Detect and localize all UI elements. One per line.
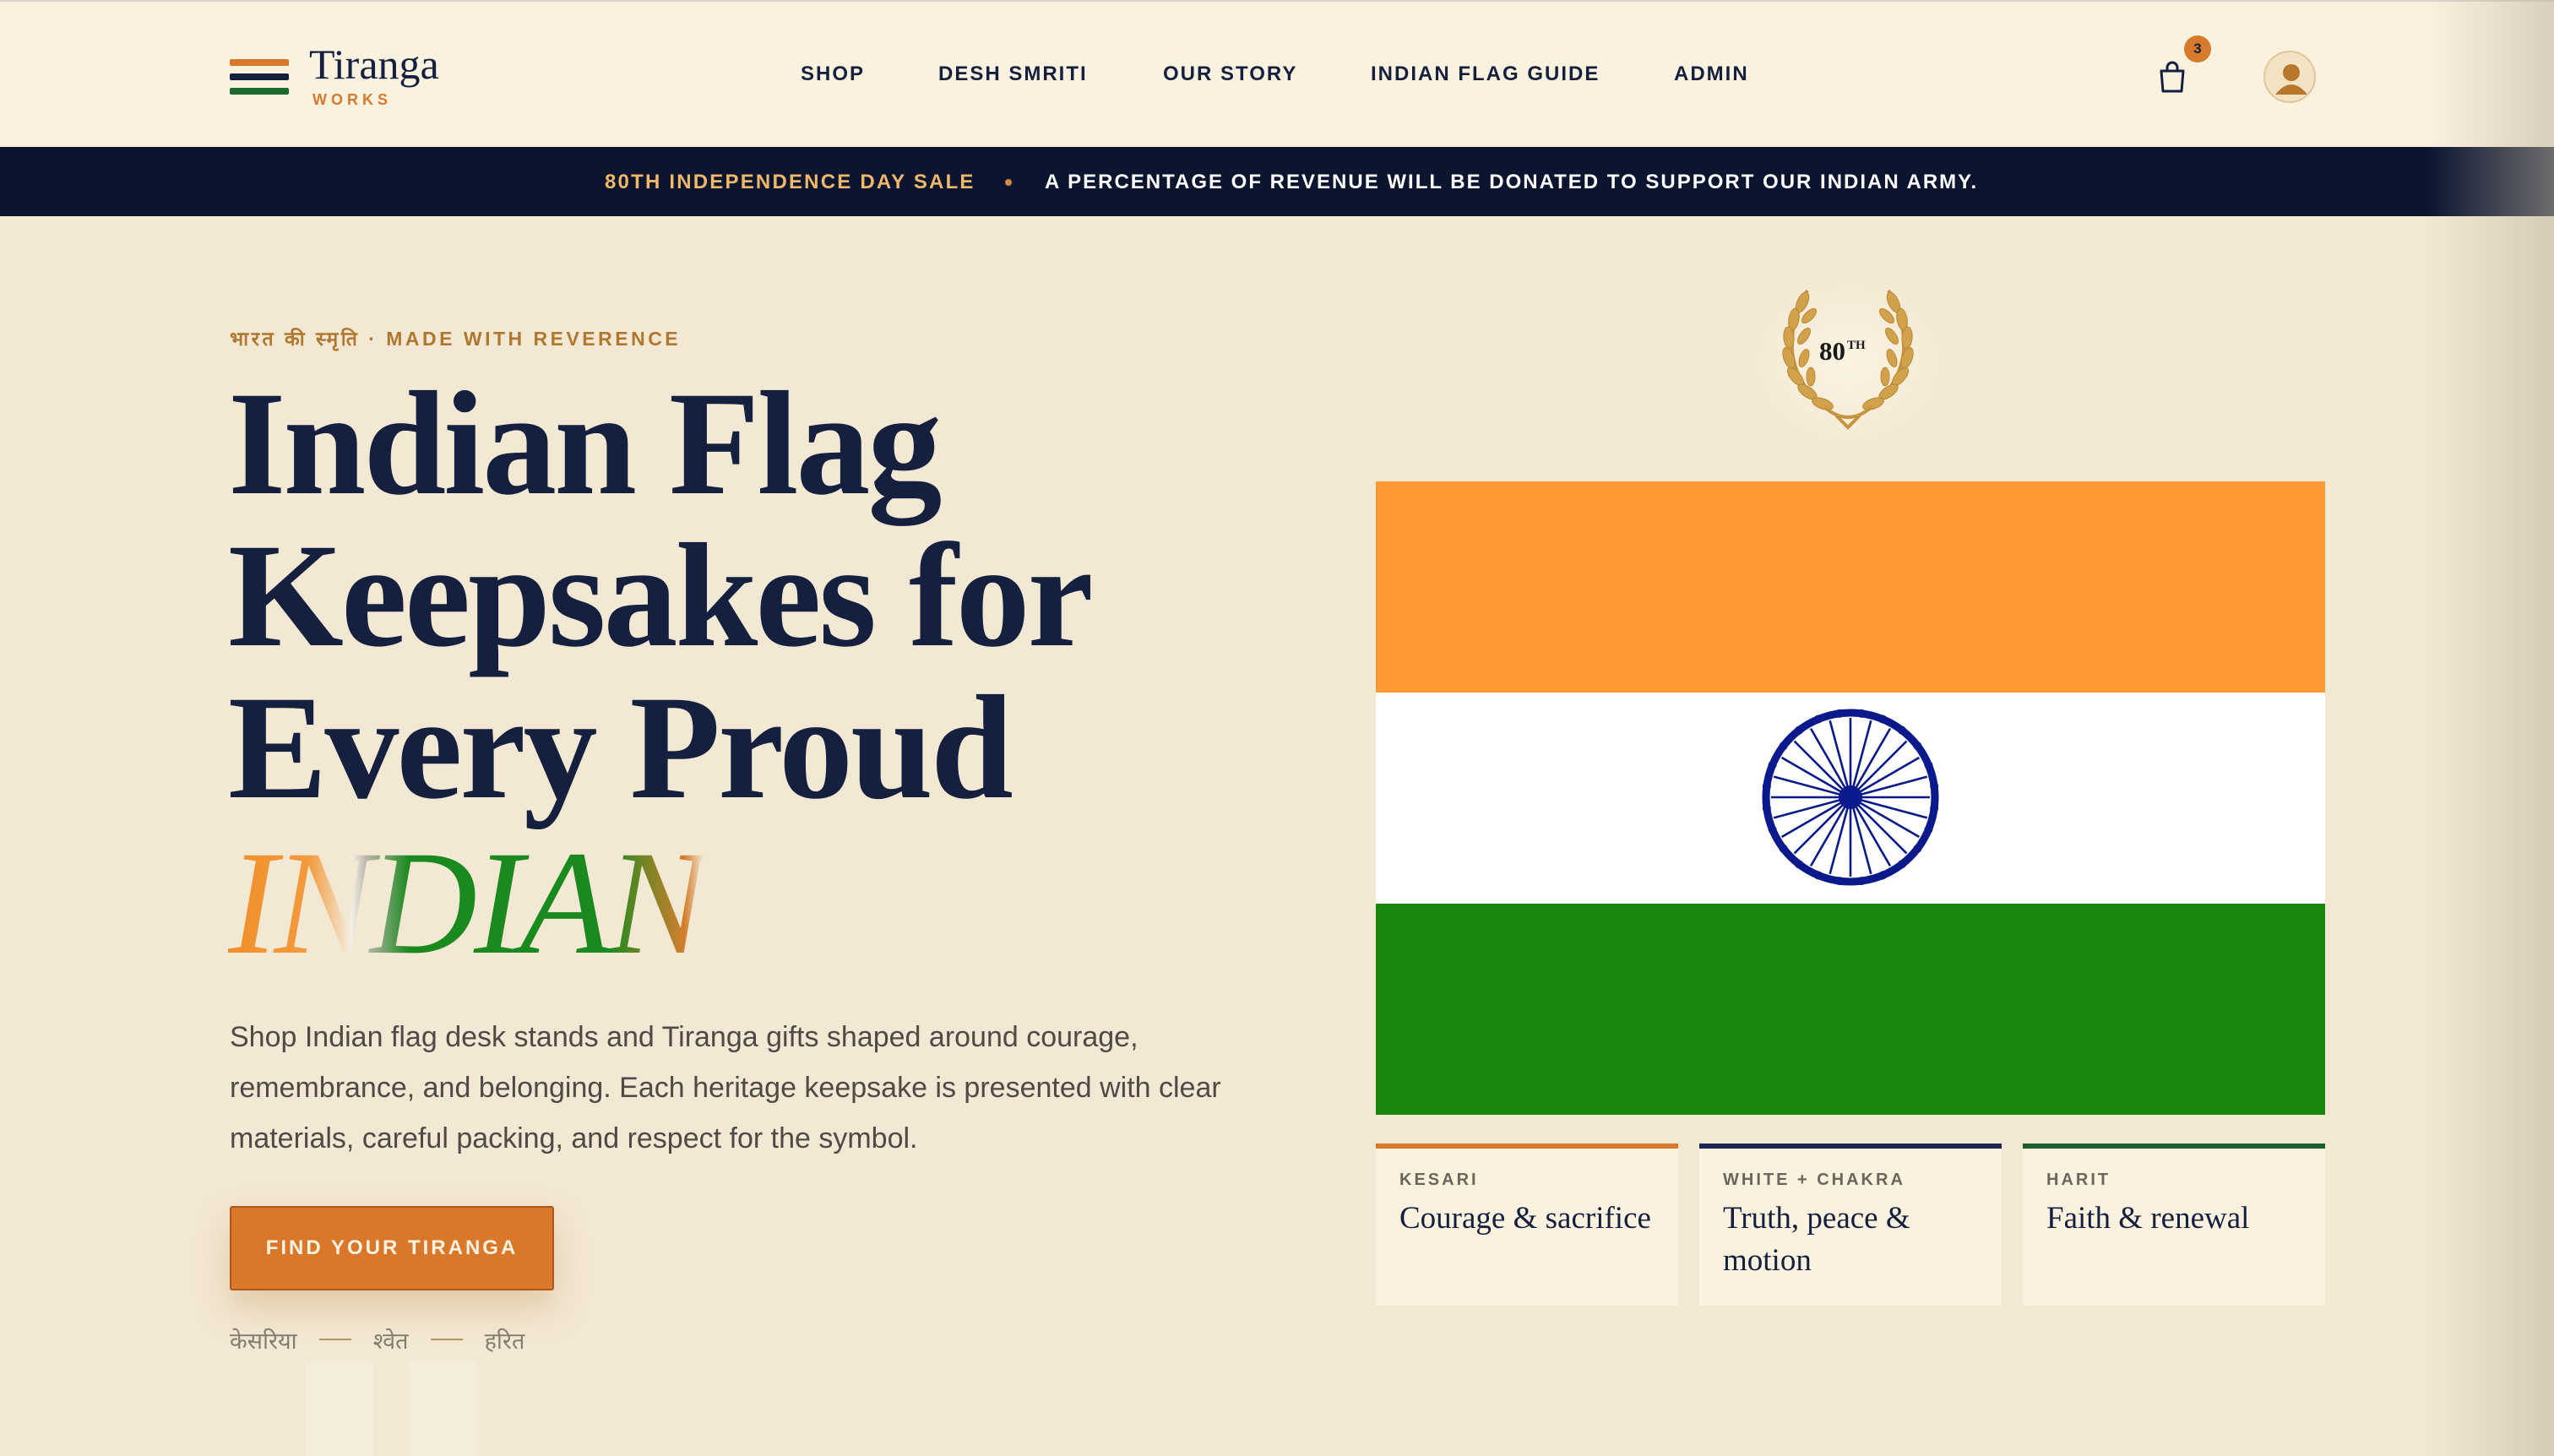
badge-number: 80	[1819, 336, 1845, 366]
site-header: Tiranga WORKS SHOP DESH SMRITI OUR STORY…	[0, 0, 2554, 147]
saffron-word: केसरिया	[230, 1328, 297, 1354]
badge-suffix: TH	[1847, 339, 1866, 352]
announcement-banner: 80TH INDEPENDENCE DAY SALE A PERCENTAGE …	[0, 147, 2554, 216]
stripe-meaning-cards: KESARI Courage & sacrifice WHITE + CHAKR…	[1376, 1144, 2325, 1306]
hero-title-line: Every Proud	[228, 666, 1013, 830]
indian-flag	[1376, 481, 2325, 1115]
brand-subtitle: WORKS	[312, 91, 392, 108]
user-icon[interactable]	[2263, 51, 2316, 103]
card-label: KESARI	[1399, 1171, 1479, 1189]
card-text: Courage & sacrifice	[1399, 1201, 1651, 1236]
hero-eyebrow: भारत की स्मृति · MADE WITH REVERENCE	[230, 328, 682, 350]
decorative-block	[409, 1361, 476, 1456]
shopping-bag-icon[interactable]	[2155, 59, 2189, 95]
card-accent-bar	[1699, 1144, 2002, 1149]
flag-green-band	[1376, 904, 2325, 1115]
green-word: हरित	[484, 1328, 525, 1354]
divider	[318, 1339, 351, 1340]
hero-title-accent: INDIAN	[228, 821, 707, 986]
card-text: Truth, peace & motion	[1723, 1201, 1910, 1278]
sale-text[interactable]: 80TH INDEPENDENCE DAY SALE	[605, 171, 975, 194]
nav-indian-flag-guide[interactable]: INDIAN FLAG GUIDE	[1371, 62, 1600, 86]
white-word: श्वेत	[372, 1328, 409, 1354]
nav-admin[interactable]: ADMIN	[1674, 62, 1749, 86]
nav-desh-smriti[interactable]: DESH SMRITI	[938, 62, 1088, 86]
decorative-block	[306, 1361, 373, 1456]
window-edge-shadow	[2427, 0, 2554, 1456]
donation-message: A PERCENTAGE OF REVENUE WILL BE DONATED …	[1045, 171, 1979, 193]
flag-saffron-band	[1376, 481, 2325, 693]
hero-title: Indian Flag Keepsakes for Every Proud	[228, 368, 1242, 824]
hero-title-line: Indian Flag	[228, 361, 942, 526]
card-text: Faith & renewal	[2046, 1201, 2250, 1236]
nav-our-story[interactable]: OUR STORY	[1163, 62, 1297, 86]
find-your-tiranga-button[interactable]: FIND YOUR TIRANGA	[230, 1206, 554, 1290]
stripe-card-kesari: KESARI Courage & sacrifice	[1376, 1144, 1678, 1306]
divider	[430, 1339, 463, 1340]
card-label: WHITE + CHAKRA	[1723, 1171, 1905, 1189]
card-label: HARIT	[2046, 1171, 2111, 1189]
cart-count-badge: 3	[2184, 35, 2211, 62]
ashoka-chakra-icon	[1759, 706, 1942, 888]
tricolor-words: केसरिया श्वेत हरित	[230, 1323, 524, 1356]
separator-dot	[1005, 179, 1012, 186]
hero-description: Shop Indian flag desk stands and Tiranga…	[230, 1021, 1221, 1154]
hero-title-line: Keepsakes for	[228, 513, 1094, 678]
nav-shop[interactable]: SHOP	[801, 62, 865, 86]
card-accent-bar	[2023, 1144, 2325, 1149]
card-accent-bar	[1376, 1144, 1678, 1149]
stripe-card-harit: HARIT Faith & renewal	[2023, 1144, 2325, 1306]
stripe-card-white-chakra: WHITE + CHAKRA Truth, peace & motion	[1699, 1144, 2002, 1306]
anniversary-badge: 80 TH	[1819, 336, 1866, 367]
